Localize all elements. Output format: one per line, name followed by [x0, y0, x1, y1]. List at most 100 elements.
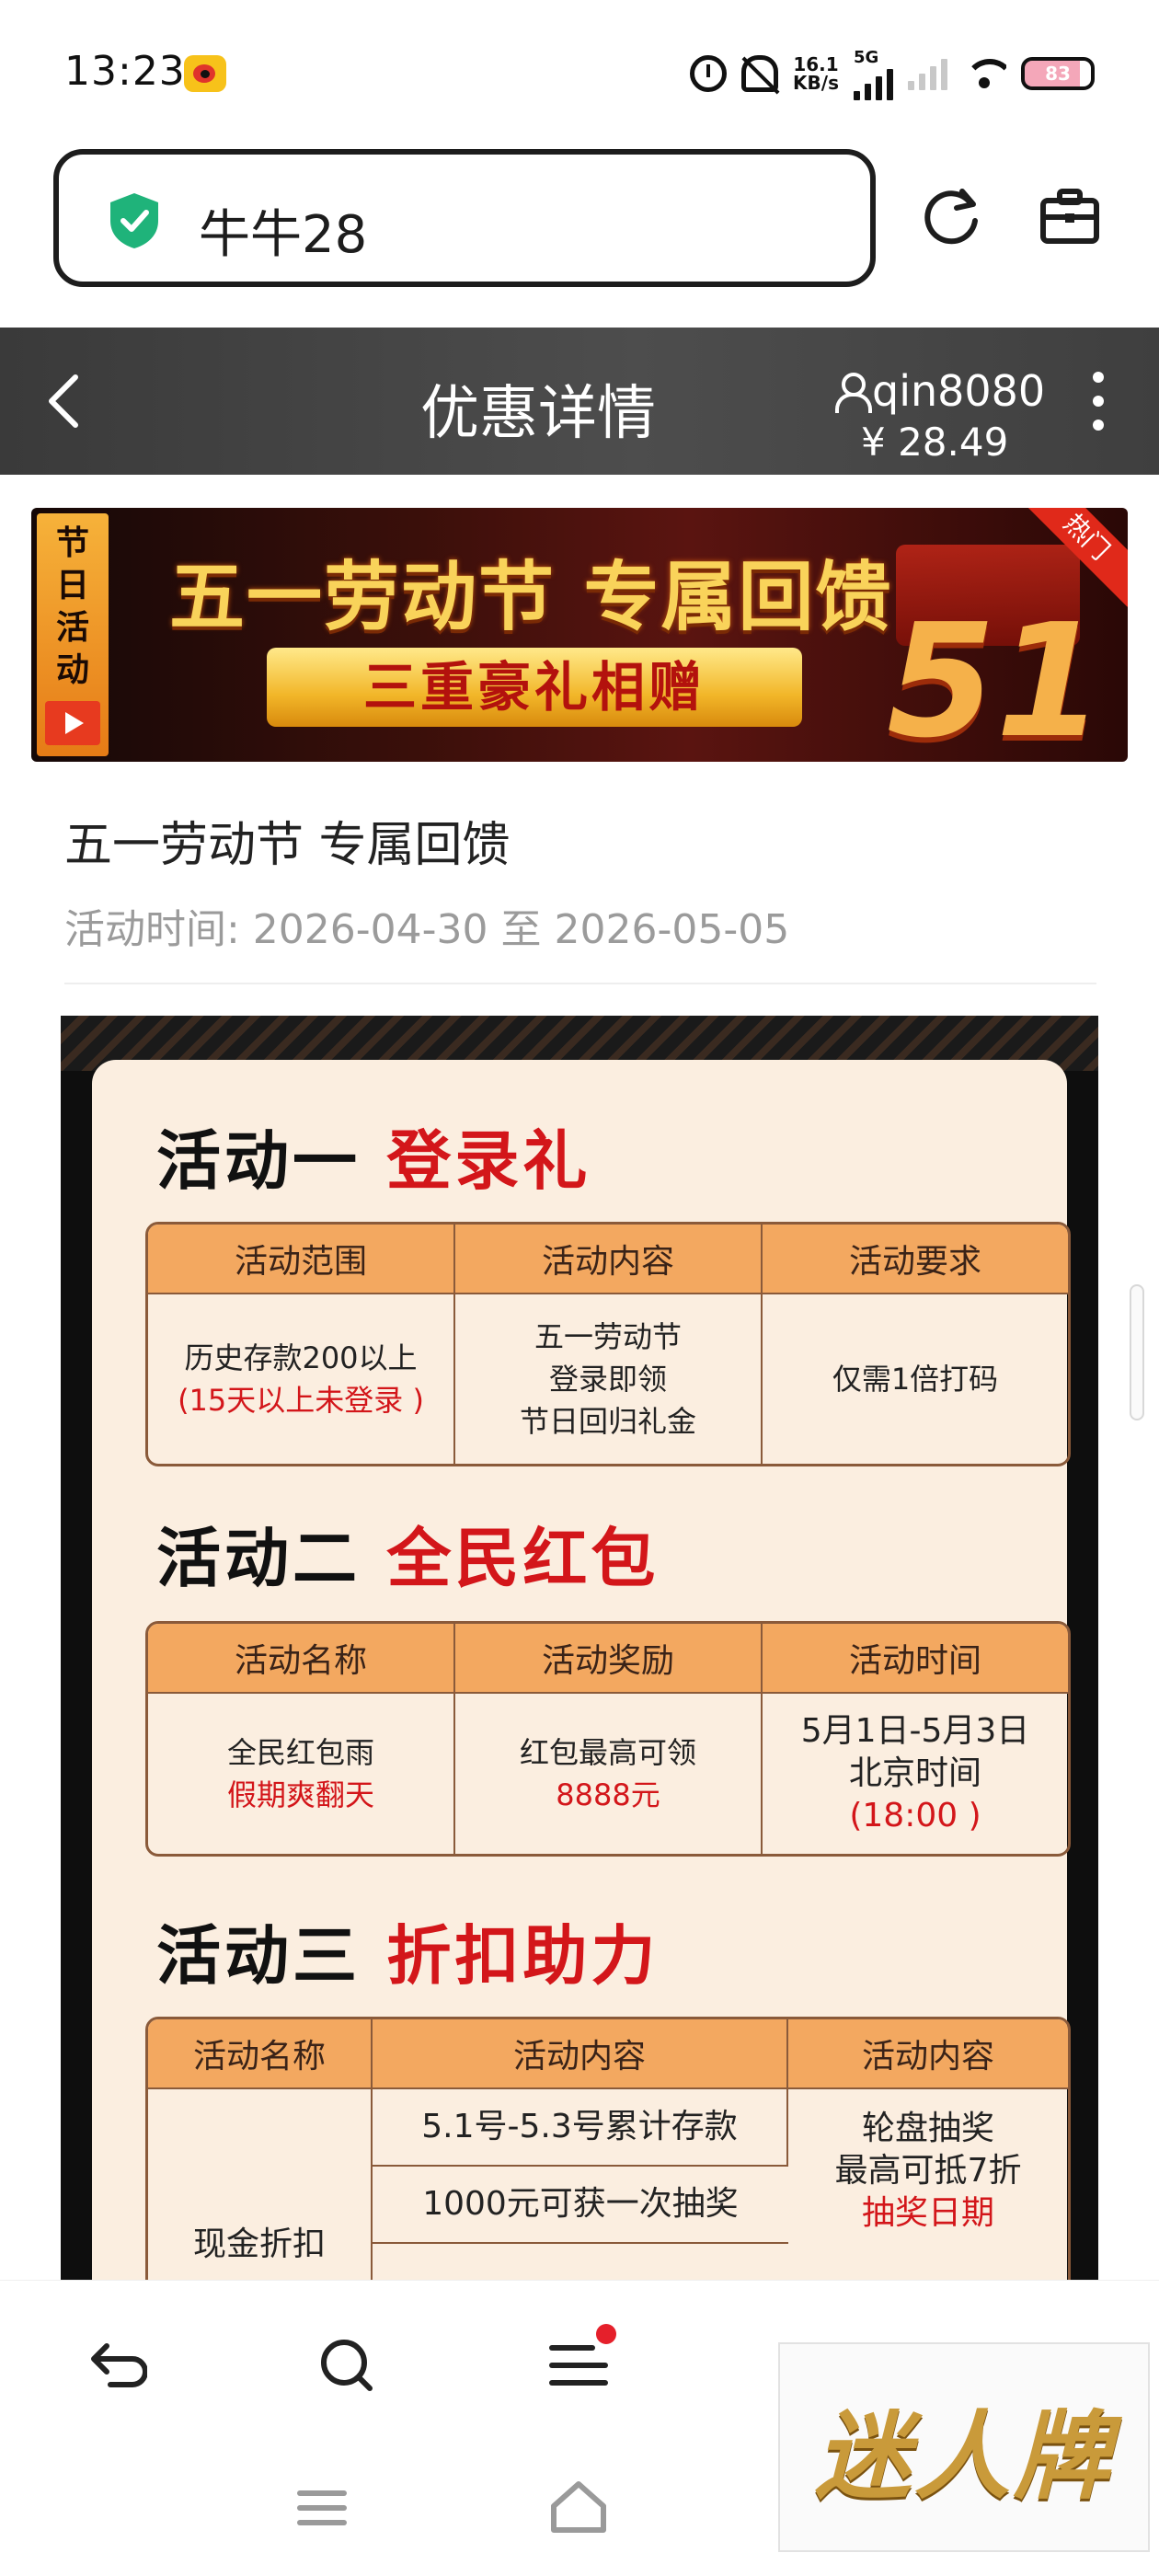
section-accent: 折扣助力 [386, 1918, 660, 1994]
undo-icon[interactable] [83, 2333, 147, 2398]
ad-overlay[interactable]: 迷人牌 [778, 2342, 1150, 2552]
table-row: 现金折扣 5.1号-5.3号累计存款 轮盘抽奖 最高可抵7折 抽奖日期 [148, 2089, 1068, 2285]
section-accent: 登录礼 [386, 1123, 591, 1199]
banner-tag-line: 动 [55, 651, 89, 689]
battery-level: 83 [1045, 63, 1071, 85]
cell-text-red: 8888元 [556, 1777, 660, 1812]
username: qin8080 [872, 366, 1046, 416]
table-cell: 5月1日-5月3日 北京时间 (18:00 ) [763, 1694, 1068, 1854]
banner-51-badge: 51 [887, 591, 1105, 762]
user-icon [833, 373, 872, 413]
cell-text: 登录即领 [548, 1362, 667, 1397]
battery-icon: 83 [1021, 57, 1095, 90]
promo-time: 活动时间: 2026-04-30 至 2026-05-05 [64, 906, 790, 953]
cell-text-red: (15天以上未登录 ) [178, 1383, 424, 1418]
banner-subtitle: 三重豪礼相赠 [267, 648, 802, 727]
cell-text: 轮盘抽奖 [861, 2110, 994, 2147]
table-header: 活动时间 [763, 1624, 1068, 1694]
net-speed-value: 16.1 [793, 53, 839, 75]
divider [64, 983, 1096, 984]
net-speed: 16.1 KB/s [793, 55, 839, 92]
section-head-3: 活动三 折扣助力 [156, 1904, 659, 1997]
cell-text: 全民红包雨 [226, 1735, 374, 1770]
nav-menu-icon[interactable] [294, 2480, 350, 2536]
cell-text: 北京时间 [848, 1754, 981, 1792]
table-discount: 活动名称 活动内容 活动内容 现金折扣 5.1号-5.3号累计存款 轮盘抽奖 最… [145, 2017, 1071, 2285]
cell-text: 仅需1倍打码 [832, 1362, 999, 1397]
table-cell: 红包最高可领 8888元 [455, 1694, 763, 1854]
more-icon[interactable] [1093, 372, 1106, 431]
scrollbar[interactable] [1130, 1284, 1144, 1420]
promo-banner[interactable]: 节 日 活 动 五一劳动节 专属回馈 三重豪礼相赠 51 热门 [31, 508, 1128, 762]
table-header: 活动内容 [455, 1225, 763, 1294]
table-header: 活动范围 [148, 1225, 455, 1294]
page-header: 优惠详情 qin8080 ¥ 28.49 [0, 328, 1159, 475]
play-icon [45, 701, 100, 745]
table-red-packet: 活动名称 活动奖励 活动时间 全民红包雨 假期爽翻天 红包最高可领 8888元 … [145, 1621, 1071, 1857]
table-cell: 全民红包雨 假期爽翻天 [148, 1694, 455, 1854]
table-cell: 现金折扣 [148, 2089, 373, 2285]
cell-text: 节日回归礼金 [519, 1404, 696, 1439]
cell-text: 5.1号-5.3号累计存款 [421, 2108, 738, 2145]
shield-icon [110, 193, 158, 248]
section-prefix: 活动一 [156, 1123, 361, 1199]
section-accent: 全民红包 [386, 1521, 660, 1596]
status-icons: 16.1 KB/s 5G 83 [690, 47, 1095, 100]
banner-tag-line: 日 [55, 567, 89, 604]
section-prefix: 活动三 [156, 1918, 361, 1994]
cell-text-red: 假期爽翻天 [226, 1777, 374, 1812]
search-icon[interactable] [315, 2333, 379, 2398]
table-cell: 仅需1倍打码 [763, 1294, 1068, 1464]
cell-text-red: (18:00 ) [849, 1797, 981, 1834]
banner-tag-line: 节 [55, 524, 89, 562]
notification-dot [596, 2324, 616, 2344]
user-info[interactable]: qin8080 [833, 366, 1045, 416]
banner-tag: 节 日 活 动 [37, 513, 109, 756]
table-cell: 5.1号-5.3号累计存款 [373, 2089, 788, 2167]
section-head-1: 活动一 登录礼 [156, 1110, 591, 1202]
wifi-icon [962, 55, 1006, 92]
table-header: 活动名称 [148, 1624, 455, 1694]
table-cell: 历史存款200以上 (15天以上未登录 ) [148, 1294, 455, 1464]
cell-text: 现金折扣 [192, 2225, 326, 2263]
weibo-icon [184, 55, 226, 92]
status-time: 13:23 [64, 48, 186, 95]
promo-title: 五一劳动节 专属回馈 [64, 818, 511, 873]
signal-icon [854, 67, 893, 100]
cell-text: 历史存款200以上 [184, 1340, 418, 1375]
poster-card: 活动一 登录礼 活动范围 活动内容 活动要求 历史存款200以上 (15天以上未… [92, 1060, 1071, 2285]
mute-icon [741, 55, 779, 92]
table-cell: 五一劳动节 登录即领 节日回归礼金 [455, 1294, 763, 1464]
alarm-icon [690, 55, 728, 92]
url-bar[interactable]: 牛牛28 [53, 149, 876, 287]
url-text: 牛牛28 [199, 205, 368, 265]
promo-poster: 活动一 登录礼 活动范围 活动内容 活动要求 历史存款200以上 (15天以上未… [61, 1016, 1098, 2285]
table-login-gift: 活动范围 活动内容 活动要求 历史存款200以上 (15天以上未登录 ) 五一劳… [145, 1222, 1071, 1466]
net-speed-unit: KB/s [793, 72, 839, 94]
section-prefix: 活动二 [156, 1521, 361, 1596]
cell-text: 5月1日-5月3日 [800, 1712, 1030, 1750]
signal-weak-icon [908, 57, 947, 90]
status-bar: 13:23 16.1 KB/s 5G 83 [0, 0, 1159, 147]
banner-title: 五一劳动节 专属回馈 [169, 554, 893, 641]
table-header: 活动内容 [788, 2019, 1068, 2089]
table-header: 活动奖励 [455, 1624, 763, 1694]
table-cell: 轮盘抽奖 最高可抵7折 抽奖日期 [788, 2089, 1068, 2285]
ad-text: 迷人牌 [814, 2398, 1113, 2513]
table-header: 活动内容 [373, 2019, 788, 2089]
cell-text: 最高可抵7折 [834, 2152, 1022, 2190]
balance: ¥ 28.49 [861, 420, 1009, 465]
table-cell: 1000元可获一次抽奖 [373, 2167, 788, 2244]
cell-text: 红包最高可领 [519, 1735, 696, 1770]
table-header: 活动要求 [763, 1225, 1068, 1294]
table-row: 历史存款200以上 (15天以上未登录 ) 五一劳动节 登录即领 节日回归礼金 … [148, 1294, 1068, 1464]
home-icon[interactable] [548, 2478, 609, 2536]
table-row: 全民红包雨 假期爽翻天 红包最高可领 8888元 5月1日-5月3日 北京时间 … [148, 1694, 1068, 1854]
briefcase-icon[interactable] [1038, 184, 1102, 248]
network-type: 5G [854, 47, 879, 67]
cell-text: 五一劳动节 [534, 1319, 682, 1354]
refresh-icon[interactable] [920, 184, 984, 248]
cell-text: 1000元可获一次抽奖 [422, 2185, 739, 2223]
table-header: 活动名称 [148, 2019, 373, 2089]
banner-tag-line: 活 [55, 609, 89, 647]
